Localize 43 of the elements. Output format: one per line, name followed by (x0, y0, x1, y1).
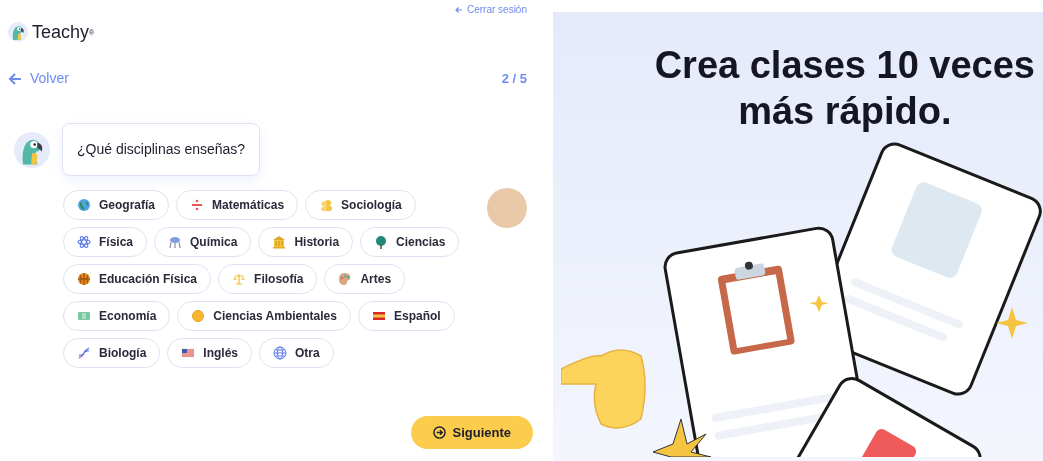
flag-icon (181, 346, 196, 360)
subject-chip[interactable]: Inglés (167, 338, 253, 368)
globe-icon (77, 198, 91, 212)
scale-icon (232, 272, 247, 286)
subject-chip[interactable]: Ciencias (360, 227, 460, 257)
subject-chip[interactable]: Español (357, 301, 455, 331)
brand-logo: Teachy$^{®}$ (32, 23, 95, 41)
dna-icon (77, 346, 91, 360)
ball-icon (77, 272, 91, 286)
user-avatar (487, 188, 527, 228)
divide-icon (190, 198, 204, 212)
subject-chip[interactable]: Historia (258, 227, 354, 257)
subject-chip[interactable]: Geografía (63, 190, 169, 220)
lab-stool-icon (168, 235, 183, 249)
chat-bubble: ¿Qué disciplinas enseñas? (62, 123, 261, 176)
atom-icon (77, 235, 91, 249)
sun-icon (191, 309, 206, 323)
subject-chip[interactable]: Educación Física (63, 264, 212, 294)
tree-icon (374, 235, 389, 249)
parrot-avatar (8, 22, 28, 42)
subject-chip[interactable]: Otra (259, 338, 334, 368)
subject-chip[interactable]: Sociología (305, 190, 416, 220)
parrot-avatar (14, 131, 50, 168)
subject-chip[interactable]: Matemáticas (176, 190, 299, 220)
subject-chip[interactable]: Biología (63, 338, 161, 368)
people-icon (319, 198, 334, 212)
subject-chip[interactable]: Filosofía (218, 264, 318, 294)
subject-chip[interactable]: Artes (324, 264, 406, 294)
step-counter: 2 / 5 (501, 69, 527, 88)
building-icon (272, 235, 287, 249)
arrow-right-circle-icon (433, 426, 447, 439)
subject-chip[interactable]: Física (63, 227, 148, 257)
globe-icon (273, 346, 288, 360)
flag-icon (371, 309, 386, 323)
subject-chip[interactable]: Economía (63, 301, 171, 331)
promo-headline: Crea clases 10 veces más rápido. (654, 43, 1035, 134)
arrow-left-icon (454, 6, 463, 14)
subject-chip[interactable]: Ciencias Ambientales (177, 301, 351, 331)
next-button[interactable]: Siguiente (411, 416, 533, 449)
banknote-icon (77, 309, 91, 323)
palette-icon (338, 272, 353, 286)
arrow-left-icon (8, 71, 22, 86)
subject-chip[interactable]: Química (154, 227, 252, 257)
